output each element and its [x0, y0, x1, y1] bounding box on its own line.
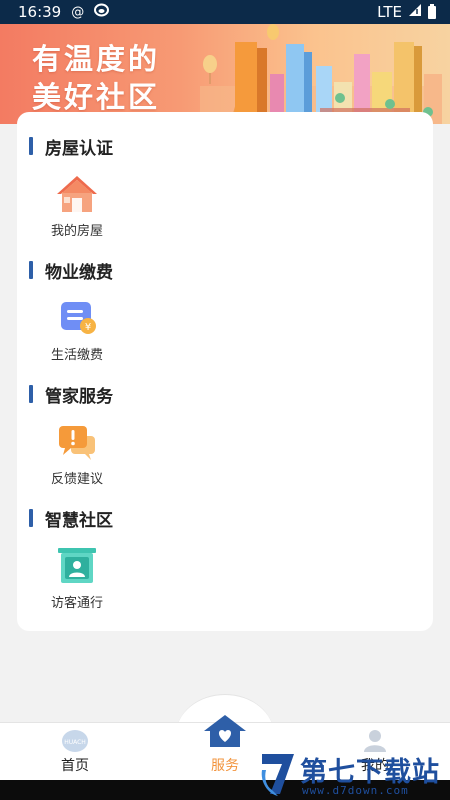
banner-line-2: 美好社区 — [32, 80, 161, 114]
service-house-icon — [204, 715, 246, 747]
item-label: 我的房屋 — [50, 224, 103, 239]
section-title: 物业缴费 — [45, 262, 113, 283]
section-header: 物业缴费 — [29, 260, 113, 283]
section-title: 管家服务 — [45, 386, 113, 407]
item-label: 生活缴费 — [50, 348, 103, 363]
banner-slogan: 有温度的 美好社区 — [32, 40, 160, 116]
house-icon — [57, 176, 97, 212]
nav-home[interactable]: HUACH 首页 — [15, 723, 135, 781]
status-time: 16:39 — [18, 3, 62, 21]
balloon-left — [203, 55, 217, 73]
section-accent-bar — [29, 261, 33, 279]
section-accent-bar — [29, 385, 33, 403]
nav-label-service: 服务 — [211, 758, 239, 774]
city-illustration — [200, 24, 442, 124]
status-bar: 16:39 @ LTE — [0, 0, 450, 24]
utility-payment-button[interactable]: ¥ 生活缴费 — [41, 298, 113, 368]
feedback-chat-icon — [59, 426, 95, 460]
section-accent-bar — [29, 137, 33, 155]
my-house-button[interactable]: 我的房屋 — [41, 174, 113, 244]
signal-icon — [408, 3, 422, 21]
section-accent-bar — [29, 509, 33, 527]
home-logo-icon: HUACH — [62, 730, 88, 752]
watermark-logo-icon — [261, 754, 294, 796]
item-label: 反馈建议 — [50, 472, 103, 487]
bill-payment-icon: ¥ — [61, 302, 96, 334]
section-header: 管家服务 — [29, 384, 113, 407]
visitor-pass-button[interactable]: 访客通行 — [41, 546, 113, 616]
svg-text:HUACH: HUACH — [64, 739, 86, 746]
network-type: LTE — [377, 3, 402, 21]
at-icon: @ — [71, 4, 85, 20]
section-header: 房屋认证 — [29, 136, 113, 159]
item-label: 访客通行 — [50, 596, 103, 611]
svg-text:¥: ¥ — [85, 322, 91, 333]
site-watermark: 第七下载站 www.d7down.com — [258, 748, 448, 800]
watermark-url: www.d7down.com — [302, 784, 409, 797]
battery-icon — [428, 3, 436, 19]
section-title: 房屋认证 — [45, 138, 113, 159]
banner-line-1: 有温度的 — [32, 42, 161, 76]
promo-banner[interactable]: 有温度的 美好社区 — [0, 24, 450, 124]
visitor-pass-icon — [58, 548, 96, 583]
balloon-top — [267, 24, 279, 40]
service-card: 房屋认证 我的房屋 物业缴费 ¥ 生活缴费 管家服务 反馈建议 智慧社区 访客通… — [17, 112, 433, 631]
nav-label-home: 首页 — [61, 758, 89, 774]
app-notification-icon — [94, 3, 110, 21]
feedback-button[interactable]: 反馈建议 — [41, 422, 113, 492]
section-title: 智慧社区 — [45, 510, 113, 531]
section-header: 智慧社区 — [29, 508, 113, 531]
